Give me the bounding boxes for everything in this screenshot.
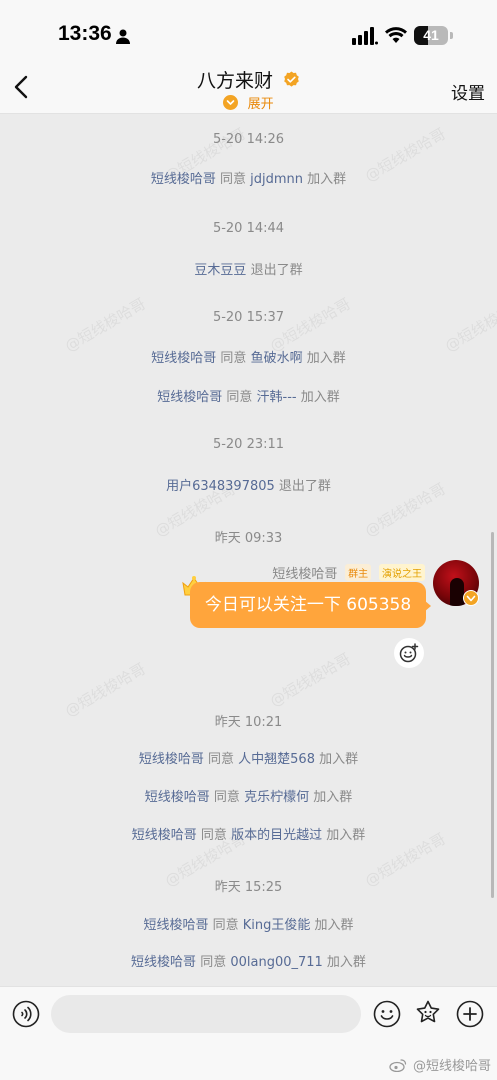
system-text: 同意 xyxy=(196,828,232,843)
system-text: 加入群 xyxy=(303,172,347,187)
weibo-logo-icon xyxy=(389,1058,406,1072)
emoji-icon[interactable] xyxy=(373,1000,401,1028)
title-badge: 演说之王 xyxy=(379,564,425,581)
message-bubble[interactable]: 今日可以关注一下 605358 xyxy=(190,582,426,628)
person-icon xyxy=(116,29,130,44)
verified-badge-icon xyxy=(284,71,299,87)
chat-header: 八方来财 展开 设置 xyxy=(0,60,497,114)
status-bar: 13:36 41 xyxy=(0,0,497,60)
user-link[interactable]: jdjdmnn xyxy=(250,172,303,187)
cellular-signal-icon xyxy=(352,27,378,45)
user-link[interactable]: 短线梭哈哥 xyxy=(131,955,196,970)
timestamp: 5-20 14:44 xyxy=(212,221,285,236)
emoji-plus-icon xyxy=(399,643,419,663)
timestamp: 昨天 09:33 xyxy=(214,531,283,546)
verified-badge-icon xyxy=(463,590,479,606)
system-text: 加入群 xyxy=(314,752,359,767)
user-link[interactable]: 版本的目光越过 xyxy=(231,828,322,843)
system-message: 短线梭哈哥 同意 汗韩--- 加入群 xyxy=(0,386,497,405)
user-link[interactable]: 短线梭哈哥 xyxy=(151,351,216,366)
system-text: 退出了群 xyxy=(274,479,331,494)
input-bar: @短线梭哈哥 xyxy=(0,986,497,1080)
timestamp: 5-20 15:37 xyxy=(212,310,285,325)
chevron-down-circle-icon xyxy=(223,95,239,110)
system-text: 同意 xyxy=(209,790,245,805)
group-name: 八方来财 xyxy=(196,70,273,92)
user-link[interactable]: 短线梭哈哥 xyxy=(151,172,216,187)
system-text: 同意 xyxy=(222,390,257,405)
user-link[interactable]: 汗韩--- xyxy=(257,390,297,405)
battery-tip xyxy=(450,32,453,39)
voice-input-icon[interactable] xyxy=(12,1000,40,1028)
user-link[interactable]: 短线梭哈哥 xyxy=(139,752,204,767)
system-message: 短线梭哈哥 同意 00lang00_711 加入群 xyxy=(0,951,497,970)
corner-watermark: @短线梭哈哥 xyxy=(389,1055,491,1074)
system-text: 加入群 xyxy=(296,390,340,405)
bubble-tail xyxy=(424,600,431,612)
sticker-icon[interactable] xyxy=(413,999,443,1029)
system-text: 加入群 xyxy=(302,351,346,366)
system-message: 豆木豆豆 退出了群 xyxy=(0,259,497,278)
timestamp: 昨天 10:21 xyxy=(214,715,283,730)
corner-watermark-text: @短线梭哈哥 xyxy=(412,1059,491,1074)
system-text: 同意 xyxy=(203,752,239,767)
system-message: 短线梭哈哥 同意 克乐柠檬何 加入群 xyxy=(0,786,497,805)
user-link[interactable]: 短线梭哈哥 xyxy=(132,828,197,843)
timestamp: 5-20 23:11 xyxy=(212,437,285,452)
wifi-icon xyxy=(385,27,407,43)
system-text: 加入群 xyxy=(309,790,353,805)
battery-level: 41 xyxy=(423,27,439,43)
system-message: 短线梭哈哥 同意 King王俊能 加入群 xyxy=(0,914,497,933)
avatar-figure xyxy=(450,578,464,606)
system-text: 加入群 xyxy=(322,955,366,970)
message-sender: 短线梭哈哥 群主 演说之王 xyxy=(272,563,425,582)
system-text: 同意 xyxy=(215,172,251,187)
system-message: 短线梭哈哥 同意 jdjdmnn 加入群 xyxy=(0,168,497,187)
add-reaction-button[interactable] xyxy=(394,638,424,668)
user-link[interactable]: 短线梭哈哥 xyxy=(145,790,210,805)
system-message: 短线梭哈哥 同意 版本的目光越过 加入群 xyxy=(0,824,497,843)
user-link[interactable]: 鱼破水啊 xyxy=(251,351,303,366)
user-link[interactable]: 用户6348397805 xyxy=(166,479,275,494)
settings-button[interactable]: 设置 xyxy=(451,79,485,104)
user-link[interactable]: King王俊能 xyxy=(243,918,311,933)
system-text: 同意 xyxy=(208,918,243,933)
system-text: 退出了群 xyxy=(246,263,303,278)
user-link[interactable]: 人中翘楚568 xyxy=(238,752,315,767)
message-input[interactable] xyxy=(51,995,361,1033)
expand-label: 展开 xyxy=(247,97,274,112)
system-text: 同意 xyxy=(216,351,251,366)
timestamp: 5-20 14:26 xyxy=(212,132,285,147)
user-link[interactable]: 豆木豆豆 xyxy=(194,263,246,278)
owner-badge: 群主 xyxy=(345,564,372,581)
system-message: 短线梭哈哥 同意 人中翘楚568 加入群 xyxy=(0,748,497,767)
system-text: 加入群 xyxy=(310,918,354,933)
status-time: 13:36 xyxy=(58,22,112,45)
scrollbar[interactable] xyxy=(491,532,494,898)
system-text: 同意 xyxy=(196,955,231,970)
sender-name[interactable]: 短线梭哈哥 xyxy=(272,563,337,582)
system-message: 短线梭哈哥 同意 鱼破水啊 加入群 xyxy=(0,347,497,366)
watermark: @短线梭哈哥 xyxy=(266,649,354,711)
plus-icon[interactable] xyxy=(456,1000,484,1028)
timestamp: 昨天 15:25 xyxy=(214,880,283,895)
user-link[interactable]: 短线梭哈哥 xyxy=(143,918,208,933)
group-title[interactable]: 八方来财 xyxy=(0,66,497,93)
expand-toggle[interactable]: 展开 xyxy=(0,93,497,112)
battery-indicator: 41 xyxy=(414,26,448,45)
system-message: 用户6348397805 退出了群 xyxy=(0,475,497,494)
system-text: 加入群 xyxy=(322,828,366,843)
user-link[interactable]: 00lang00_711 xyxy=(230,955,322,970)
user-link[interactable]: 短线梭哈哥 xyxy=(157,390,222,405)
chat-area[interactable]: @短线梭哈哥 @短线梭哈哥 @短线梭哈哥 @短线梭哈哥 @短线梭哈哥 @短线梭哈… xyxy=(0,114,497,986)
user-link[interactable]: 克乐柠檬何 xyxy=(244,790,309,805)
